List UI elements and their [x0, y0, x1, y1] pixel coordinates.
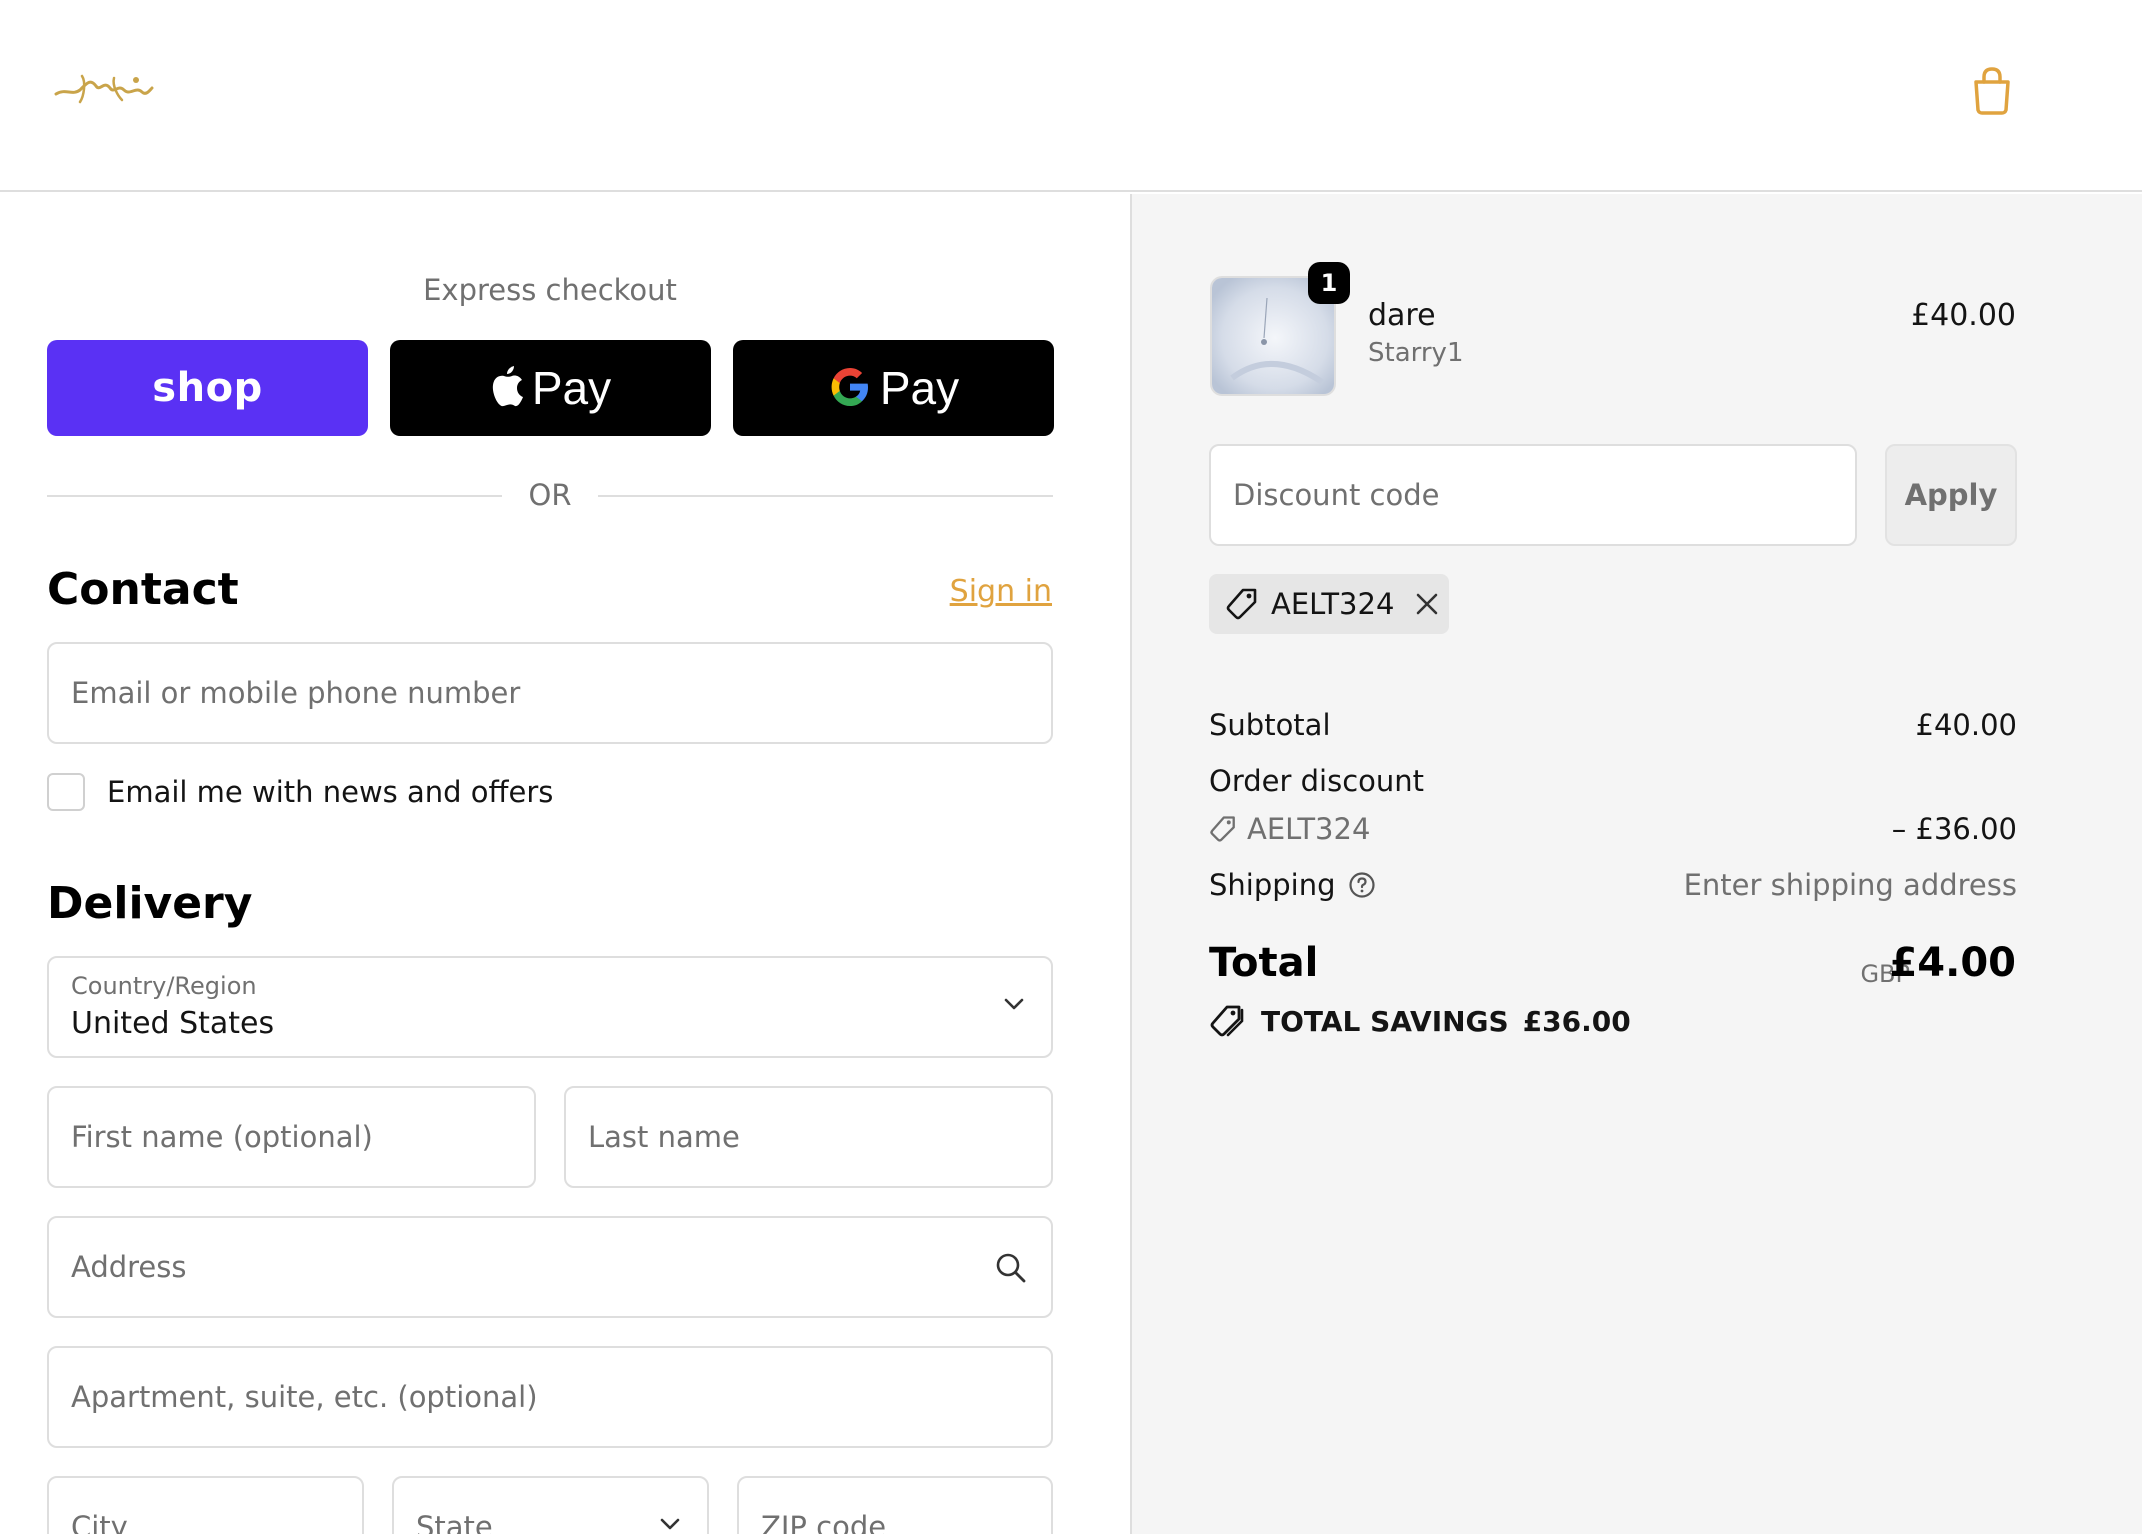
first-name-input[interactable] — [49, 1088, 534, 1186]
apple-pay-label: Pay — [531, 362, 612, 414]
shipping-row: Shipping Enter shipping address — [1209, 868, 2017, 908]
last-name-field[interactable] — [564, 1086, 1053, 1188]
or-divider: OR — [47, 474, 1053, 516]
city-input[interactable] — [49, 1478, 362, 1534]
apple-pay-button[interactable]: Pay — [390, 340, 711, 436]
store-logo[interactable] — [52, 66, 154, 112]
close-icon[interactable] — [1414, 591, 1440, 617]
shipping-value: Enter shipping address — [1683, 868, 2017, 902]
discount-code-field[interactable] — [1209, 444, 1857, 546]
email-field[interactable] — [47, 642, 1053, 744]
delivery-title: Delivery — [47, 878, 253, 929]
order-discount-label: Order discount — [1209, 764, 1425, 798]
tag-icon — [1209, 815, 1237, 843]
google-pay-button[interactable]: Pay — [733, 340, 1054, 436]
newsletter-checkbox-row[interactable]: Email me with news and offers — [47, 772, 553, 812]
savings-label: TOTAL SAVINGS — [1261, 1004, 1509, 1038]
product-variant: Starry1 — [1368, 338, 1464, 368]
chevron-down-icon — [1003, 996, 1025, 1015]
apartment-field[interactable] — [47, 1346, 1053, 1448]
apple-icon — [490, 365, 524, 411]
discount-code-input[interactable] — [1211, 446, 1855, 544]
newsletter-checkbox[interactable] — [47, 773, 85, 811]
discount-code-label: AELT324 — [1247, 812, 1371, 846]
country-select[interactable]: Country/Region United States — [47, 956, 1053, 1058]
shopping-bag-icon[interactable] — [1968, 66, 2016, 116]
google-g-icon — [828, 365, 872, 412]
shop-pay-label: shop — [152, 365, 263, 411]
applied-discount-code: AELT324 — [1271, 587, 1395, 621]
total-label: Total — [1209, 940, 1319, 986]
zip-field[interactable] — [737, 1476, 1053, 1534]
city-field[interactable] — [47, 1476, 364, 1534]
help-icon[interactable] — [1348, 871, 1376, 899]
divider-line — [598, 495, 1053, 497]
address-field[interactable] — [47, 1216, 1053, 1318]
header — [0, 0, 2142, 192]
address-input[interactable] — [49, 1218, 1051, 1316]
search-icon[interactable] — [995, 1252, 1027, 1288]
last-name-input[interactable] — [566, 1088, 1051, 1186]
chevron-down-icon — [659, 1516, 681, 1534]
checkout-form: Express checkout shop Pay Pay OR Contact — [0, 194, 1130, 1534]
shop-pay-button[interactable]: shop — [47, 340, 368, 436]
express-checkout-title: Express checkout — [423, 273, 677, 307]
discount-amount: – £36.00 — [1891, 812, 2017, 846]
total-value: £4.00 — [1889, 940, 2016, 986]
country-label: Country/Region — [71, 972, 257, 1000]
total-savings: TOTAL SAVINGS £36.00 — [1209, 1004, 1631, 1038]
sign-in-link[interactable]: Sign in — [950, 574, 1052, 609]
google-pay-label: Pay — [879, 362, 960, 414]
subtotal-label: Subtotal — [1209, 708, 1331, 742]
zip-input[interactable] — [739, 1478, 1051, 1534]
contact-title: Contact — [47, 564, 239, 615]
email-input[interactable] — [49, 644, 1051, 742]
apartment-input[interactable] — [49, 1348, 1051, 1446]
first-name-field[interactable] — [47, 1086, 536, 1188]
state-select[interactable] — [392, 1476, 709, 1534]
savings-value: £36.00 — [1522, 1004, 1631, 1038]
product-price: £40.00 — [1911, 298, 2016, 333]
order-summary: 1 dare Starry1 £40.00 Apply AELT324 Subt… — [1130, 194, 2142, 1534]
country-value: United States — [71, 1006, 275, 1041]
applied-discount-chip: AELT324 — [1209, 574, 1449, 634]
order-discount-row: Order discount — [1209, 764, 2017, 804]
newsletter-label: Email me with news and offers — [107, 775, 554, 809]
product-name: dare — [1368, 298, 1436, 333]
subtotal-value: £40.00 — [1915, 708, 2017, 742]
savings-tag-icon — [1209, 1004, 1245, 1038]
discount-code-row: AELT324 – £36.00 — [1209, 812, 2017, 852]
quantity-badge: 1 — [1308, 262, 1350, 304]
apply-button[interactable]: Apply — [1885, 444, 2017, 546]
tag-icon — [1225, 587, 1259, 621]
shipping-label: Shipping — [1209, 868, 1336, 902]
subtotal-row: Subtotal £40.00 — [1209, 708, 2017, 748]
